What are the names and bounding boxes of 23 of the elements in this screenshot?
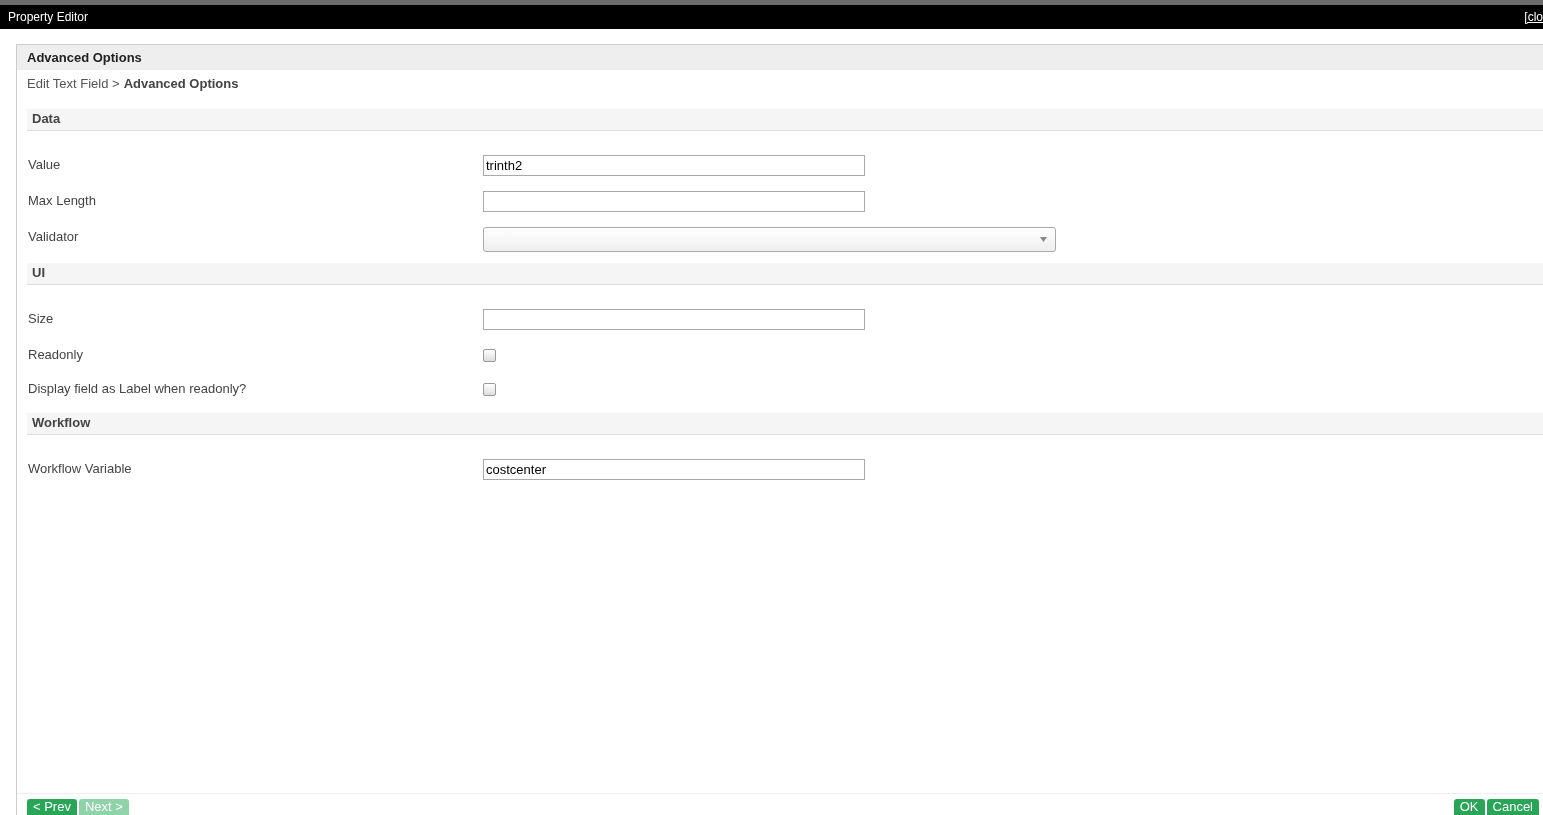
field-label: Display field as Label when readonly? [28, 379, 248, 398]
field-label: Readonly [28, 345, 84, 364]
text-field[interactable] [483, 190, 865, 212]
close-link[interactable]: [clo [1524, 9, 1543, 25]
checkbox[interactable] [483, 348, 496, 362]
panel-title: Advanced Options [27, 48, 142, 67]
validator-dropdown[interactable] [483, 226, 1056, 252]
text-field[interactable]: costcenter [483, 458, 865, 480]
text-field[interactable] [483, 308, 865, 330]
checkbox[interactable] [483, 382, 496, 396]
text-field[interactable]: trinth2 [483, 154, 865, 176]
caret-icon [1040, 236, 1047, 242]
section-title: UI [32, 264, 45, 283]
breadcrumb-current: Advanced Options [123, 75, 239, 93]
field-label: Workflow Variable [28, 459, 133, 478]
field-label: Size [28, 309, 55, 328]
section-title: Data [32, 110, 61, 129]
field-label: Validator [28, 227, 80, 246]
window-title: Property Editor [8, 9, 89, 25]
section-title: Workflow [32, 414, 91, 433]
breadcrumb-link[interactable]: Edit Text Field > [27, 74, 120, 94]
field-label: Max Length [28, 191, 97, 210]
field-label: Value [28, 155, 62, 174]
